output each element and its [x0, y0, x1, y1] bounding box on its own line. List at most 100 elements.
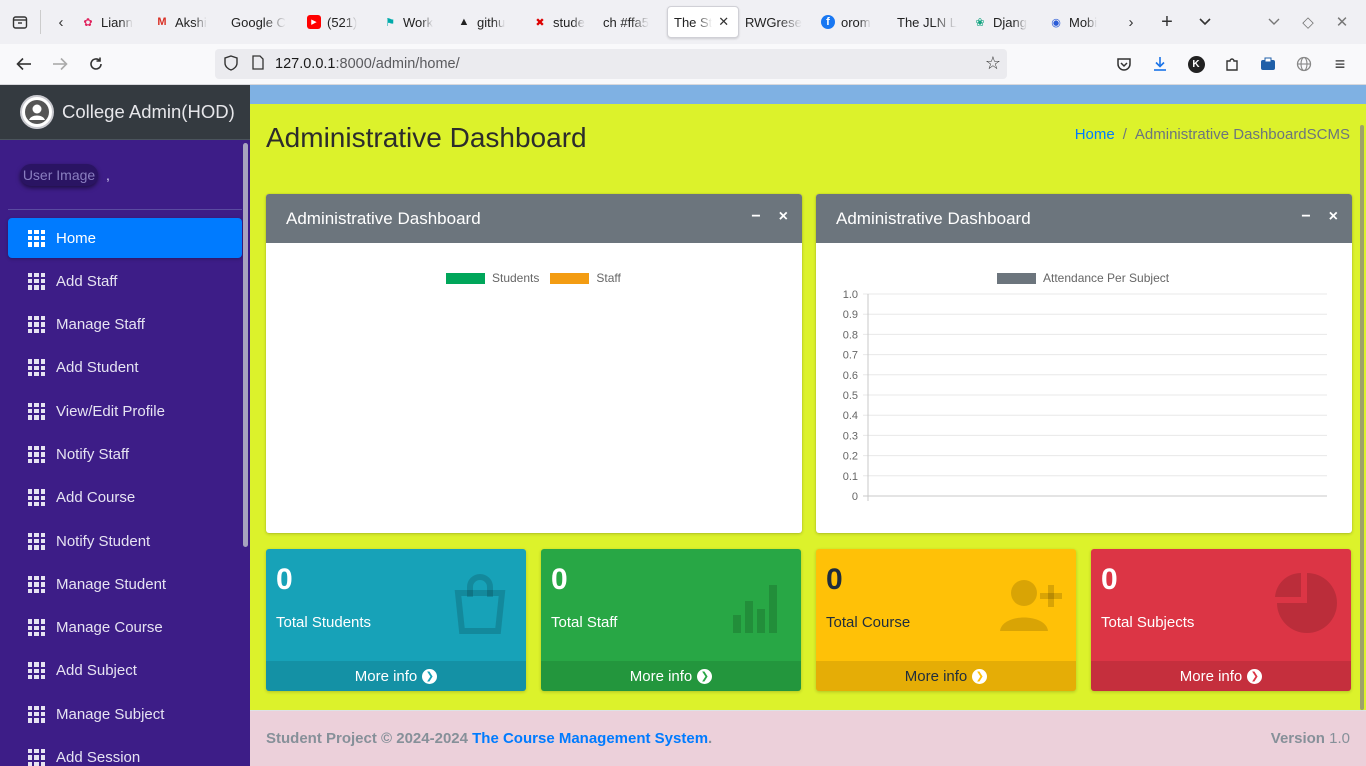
- grid-icon: [28, 619, 45, 637]
- sidebar-item-label: Manage Course: [56, 619, 163, 637]
- sidebar-item-view-edit-profile[interactable]: View/Edit Profile: [8, 391, 242, 431]
- page-scrollbar[interactable]: [1360, 125, 1364, 710]
- url-text: 127.0.0.1:8000/admin/home/: [275, 56, 460, 72]
- bookmark-star-icon[interactable]: ☆: [985, 53, 1001, 74]
- restore-window-icon[interactable]: ◇: [1294, 8, 1322, 36]
- y-tick-label: 0.8: [843, 329, 858, 341]
- card-header: Administrative Dashboard − ×: [816, 194, 1352, 243]
- rose-icon: ✿: [83, 16, 93, 29]
- info-box-total-students: 0 Total Students More info ❯: [266, 549, 526, 691]
- browser-tab[interactable]: M Akshi: [149, 6, 225, 38]
- browser-tab[interactable]: ch #ffa5: [597, 6, 667, 38]
- browser-nav-bar: 127.0.0.1:8000/admin/home/ ☆ K ≡: [0, 44, 1366, 85]
- tabs-scroll-left-icon[interactable]: ‹: [47, 8, 75, 36]
- sidebar-item-add-subject[interactable]: Add Subject: [8, 651, 242, 691]
- downloads-icon[interactable]: [1142, 46, 1178, 82]
- sidebar-item-add-session[interactable]: Add Session: [8, 738, 242, 766]
- forward-icon[interactable]: [42, 46, 78, 82]
- browser-tab[interactable]: ⚑ Work: [377, 6, 451, 38]
- browser-tab[interactable]: ▶ (521): [301, 6, 377, 38]
- sidebar-item-add-staff[interactable]: Add Staff: [8, 261, 242, 301]
- reload-icon[interactable]: [78, 46, 114, 82]
- tab-overview-icon[interactable]: [6, 8, 34, 36]
- browser-tab[interactable]: Google C: [225, 6, 301, 38]
- tabs-scroll-right-icon[interactable]: ›: [1117, 8, 1145, 36]
- list-all-tabs-icon[interactable]: [1191, 8, 1219, 36]
- footer-period: .: [708, 730, 713, 747]
- sidebar-item-manage-staff[interactable]: Manage Staff: [8, 305, 242, 345]
- close-icon[interactable]: ×: [779, 208, 788, 226]
- y-tick-label: 0.6: [843, 370, 858, 382]
- sidebar-item-manage-course[interactable]: Manage Course: [8, 608, 242, 648]
- info-box-label: Total Subjects: [1101, 614, 1195, 631]
- browser-tab[interactable]: The JLN L: [891, 6, 967, 38]
- sidebar-item-home[interactable]: Home: [8, 218, 242, 258]
- new-tab-icon[interactable]: +: [1153, 8, 1181, 36]
- legend-label-staff[interactable]: Staff: [596, 271, 620, 285]
- sidebar-item-manage-student[interactable]: Manage Student: [8, 564, 242, 604]
- sidebar-item-add-course[interactable]: Add Course: [8, 478, 242, 518]
- user-name[interactable]: ,: [106, 167, 110, 183]
- collapse-icon[interactable]: −: [751, 208, 760, 226]
- grid-icon: [28, 575, 45, 593]
- pocket-icon[interactable]: [1106, 46, 1142, 82]
- sidebar-item-add-student[interactable]: Add Student: [8, 348, 242, 388]
- extensions-icon[interactable]: [1214, 46, 1250, 82]
- browser-tab[interactable]: f orom: [815, 6, 891, 38]
- browser-tab[interactable]: ❀ Djang: [967, 6, 1043, 38]
- app-menu-icon[interactable]: ≡: [1322, 46, 1358, 82]
- browser-tab[interactable]: The St ✕: [667, 6, 739, 38]
- info-box-value: 0: [1101, 563, 1118, 596]
- account-avatar-icon[interactable]: K: [1178, 46, 1214, 82]
- breadcrumb: Home / Administrative DashboardSCMS: [1075, 126, 1350, 143]
- more-info-link[interactable]: More info ❯: [1091, 661, 1351, 691]
- tab-title: RWGrese: [745, 14, 802, 30]
- globe-extension-icon[interactable]: [1286, 46, 1322, 82]
- breadcrumb-home-link[interactable]: Home: [1075, 126, 1115, 143]
- browser-tab[interactable]: ✖ stude: [527, 6, 597, 38]
- sidebar-item-label: Manage Student: [56, 575, 167, 593]
- browser-tab[interactable]: RWGrese: [739, 6, 815, 38]
- pie-legend: Students Staff: [446, 271, 621, 285]
- tab-title: Google C: [231, 14, 286, 30]
- browser-tab[interactable]: ✿ Liann: [75, 6, 149, 38]
- more-info-link[interactable]: More info ❯: [266, 661, 526, 691]
- info-box-total-staff: 0 Total Staff More info ❯: [541, 549, 801, 691]
- tracking-shield-icon[interactable]: [215, 54, 247, 74]
- sidebar-scrollbar[interactable]: [243, 143, 248, 547]
- shopping-bag-icon: [448, 571, 512, 635]
- address-bar[interactable]: 127.0.0.1:8000/admin/home/ ☆: [215, 49, 1007, 79]
- tab-title: Djang: [993, 14, 1027, 30]
- browser-tab[interactable]: ◉ Mobi: [1043, 6, 1113, 38]
- tab-title: stude: [553, 14, 585, 30]
- legend-label-students[interactable]: Students: [492, 271, 539, 285]
- top-navbar: [250, 85, 1366, 104]
- more-info-link[interactable]: More info ❯: [541, 661, 801, 691]
- arrow-circle-right-icon: ❯: [972, 668, 988, 684]
- sidebar-item-notify-staff[interactable]: Notify Staff: [8, 434, 242, 474]
- back-icon[interactable]: [6, 46, 42, 82]
- card-title: Administrative Dashboard: [836, 208, 1031, 228]
- students-staff-chart-card: Administrative Dashboard − × Students St…: [266, 194, 802, 533]
- sidebar-item-notify-student[interactable]: Notify Student: [8, 521, 242, 561]
- footer: Student Project © 2024-2024 The Course M…: [250, 710, 1366, 766]
- grid-icon: [28, 532, 45, 550]
- page-info-icon[interactable]: [247, 55, 269, 73]
- y-tick-label: 0.4: [843, 410, 858, 422]
- close-window-icon[interactable]: ✕: [1328, 8, 1356, 36]
- y-tick-label: 0.7: [843, 350, 858, 362]
- tab-title: Liann: [101, 14, 133, 30]
- container-extension-icon[interactable]: [1250, 46, 1286, 82]
- sidebar-item-manage-subject[interactable]: Manage Subject: [8, 694, 242, 734]
- y-tick-label: 0.5: [843, 390, 858, 402]
- brand-link[interactable]: College Admin(HOD): [0, 85, 250, 140]
- gmail-icon: M: [157, 16, 167, 28]
- minimize-window-icon[interactable]: [1260, 8, 1288, 36]
- browser-tab[interactable]: ▲ githu: [451, 6, 527, 38]
- footer-link[interactable]: The Course Management System: [472, 730, 708, 747]
- more-info-link[interactable]: More info ❯: [816, 661, 1076, 691]
- close-tab-icon[interactable]: ✕: [718, 14, 729, 30]
- arrow-circle-right-icon: ❯: [422, 668, 438, 684]
- close-icon[interactable]: ×: [1329, 208, 1338, 226]
- collapse-icon[interactable]: −: [1301, 208, 1310, 226]
